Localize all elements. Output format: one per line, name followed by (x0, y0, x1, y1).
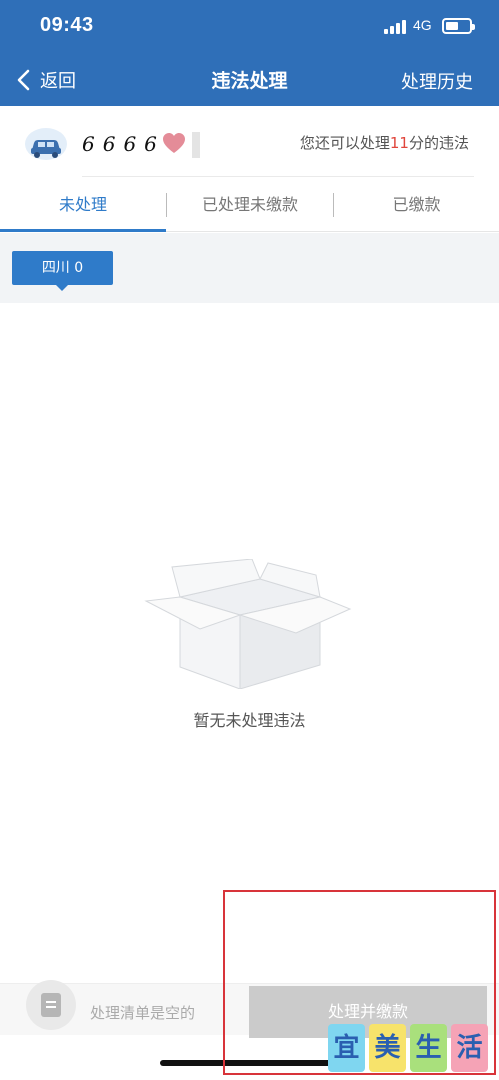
active-tab-indicator (0, 229, 166, 232)
list-empty-text: 处理清单是空的 (90, 1004, 196, 1022)
watermark-char: 美 (369, 1024, 406, 1072)
car-avatar-icon (25, 128, 67, 160)
tab-unprocessed[interactable]: 未处理 (0, 178, 166, 232)
heart-icon (163, 133, 185, 153)
vehicle-info: 6666 您还可以处理11分的违法 (0, 106, 499, 178)
signal-icon (384, 20, 408, 34)
nav-bar: 返回 违法处理 处理历史 (0, 52, 499, 106)
plate-redaction (192, 132, 200, 158)
history-button[interactable]: 处理历史 (401, 68, 473, 94)
empty-message: 暂无未处理违法 (193, 711, 306, 730)
tab-processed-unpaid[interactable]: 已处理未缴款 (167, 178, 333, 232)
back-label: 返回 (40, 71, 76, 92)
watermark-logo: 宜 美 生 活 (328, 1024, 488, 1074)
status-time: 09:43 (40, 14, 94, 36)
remaining-points-value: 11 (389, 134, 409, 152)
back-button[interactable]: 返回 (14, 66, 76, 94)
remaining-points-text: 您还可以处理11分的违法 (299, 134, 469, 152)
status-bar: 09:43 4G (0, 0, 499, 52)
tab-paid[interactable]: 已缴款 (334, 178, 499, 232)
status-tabs: 未处理 已处理未缴款 已缴款 (0, 178, 499, 232)
watermark-char: 活 (451, 1024, 488, 1072)
region-filter-bar: 四川 0 (0, 233, 499, 303)
home-indicator (160, 1060, 340, 1066)
back-chevron-icon (17, 69, 30, 91)
watermark-char: 宜 (328, 1024, 365, 1072)
empty-state: 暂无未处理违法 (0, 303, 499, 983)
empty-box-icon (144, 559, 352, 689)
plate-number: 6666 (82, 132, 165, 156)
region-chip[interactable]: 四川 0 (12, 251, 113, 291)
network-type: 4G (413, 17, 432, 33)
list-icon[interactable] (26, 980, 76, 1030)
battery-icon (442, 18, 475, 34)
watermark-char: 生 (410, 1024, 447, 1072)
app-header: 09:43 4G 返回 违法处理 处理历史 (0, 0, 499, 106)
divider (82, 176, 474, 177)
